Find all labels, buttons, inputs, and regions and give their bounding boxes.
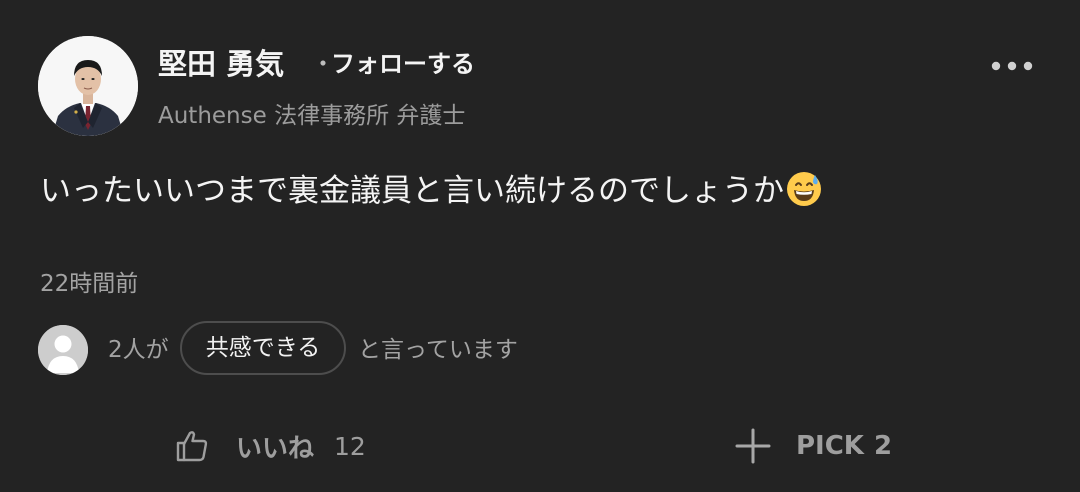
empathy-count-text: 2人が — [108, 337, 169, 363]
follow-button[interactable]: フォローする — [331, 44, 475, 84]
like-label: いいね — [236, 433, 315, 464]
more-options-button[interactable] — [984, 50, 1040, 82]
author-affiliation: Authense 法律事務所 弁護士 — [158, 103, 466, 129]
plus-icon — [735, 428, 771, 464]
more-dots-icon — [991, 61, 1033, 71]
reactor-avatar[interactable] — [38, 325, 88, 375]
thumbs-up-icon — [176, 431, 208, 462]
comment-body: いったいいつまで裏金議員と言い続けるのでしょうか — [40, 166, 822, 216]
comment-text: いったいいつまで裏金議員と言い続けるのでしょうか — [40, 173, 784, 209]
post-timestamp: 22時間前 — [40, 271, 139, 297]
pick-label: PICK — [796, 431, 864, 461]
author-name[interactable]: 堅田 勇気 — [158, 42, 284, 86]
like-button[interactable]: いいね 12 — [172, 420, 366, 472]
pick-count: 2 — [873, 431, 893, 461]
like-count: 12 — [334, 431, 366, 461]
author-avatar[interactable] — [38, 36, 138, 136]
empathy-suffix-text: と言っています — [358, 337, 518, 363]
author-photo — [38, 36, 138, 136]
empathy-chip[interactable]: 共感できる — [180, 321, 346, 375]
pick-button[interactable]: PICK 2 — [734, 420, 892, 472]
comment-card: 堅田 勇気 ・ フォローする Authense 法律事務所 弁護士 いったいいつ… — [0, 0, 1080, 492]
default-user-icon — [38, 325, 88, 375]
grinning-sweat-emoji — [787, 172, 821, 206]
